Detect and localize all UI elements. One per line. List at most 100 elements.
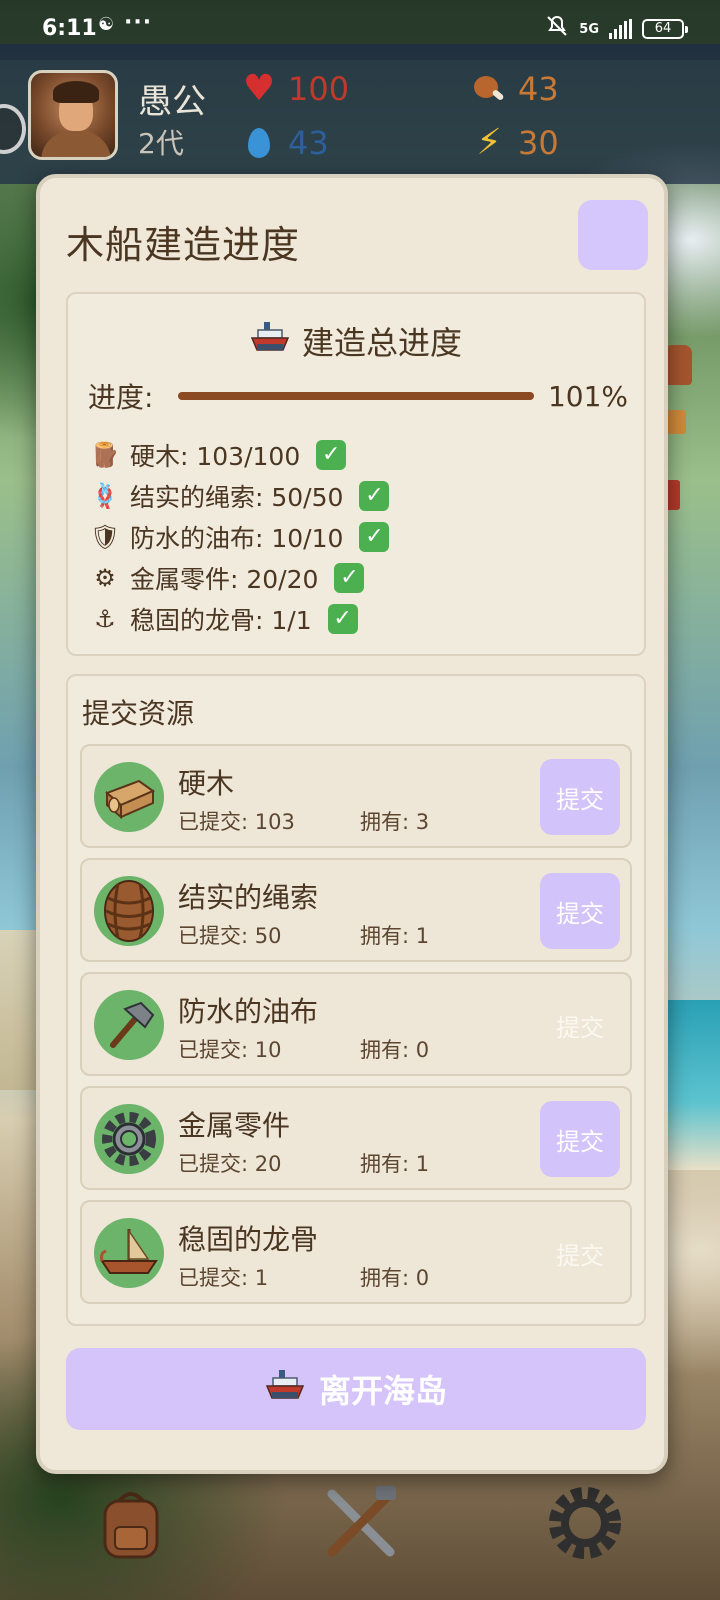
- leave-island-button[interactable]: 离开海岛: [66, 1348, 646, 1430]
- rope-icon: 🪢: [90, 481, 120, 510]
- resource-name: 防水的油布: [178, 995, 319, 1028]
- drumstick-icon: [470, 70, 508, 108]
- network-type: 5G: [579, 21, 599, 37]
- water-stat: 43: [240, 124, 329, 162]
- progress-row: 进度: 101%: [88, 376, 628, 416]
- avatar[interactable]: [28, 70, 118, 160]
- requirement-item: ⚙ 金属零件: 20/20 ✓: [88, 557, 628, 598]
- resource-owned: 拥有: 0: [360, 1038, 430, 1062]
- submit-keel-button[interactable]: 提交: [540, 1215, 620, 1291]
- check-icon: ✓: [359, 521, 390, 552]
- energy-value: 30: [518, 124, 559, 162]
- resource-row-keel: 稳固的龙骨 已提交: 1 拥有: 0 提交: [80, 1200, 632, 1304]
- avatar-body: [41, 131, 111, 157]
- hp-stat: ♥ 100: [240, 70, 349, 108]
- log-icon: 🪵: [90, 440, 120, 469]
- backpack-icon[interactable]: [86, 1478, 176, 1568]
- progress-percent: 101%: [547, 379, 628, 413]
- ship-icon: [250, 320, 290, 362]
- resource-row-hardwood: 硬木 已提交: 103 拥有: 3 提交: [80, 744, 632, 848]
- resource-submitted: 已提交: 10: [178, 1038, 282, 1062]
- gear-icon: ⚙: [94, 563, 116, 592]
- shield-icon: 🛡: [89, 522, 121, 551]
- water-drop-icon: [240, 124, 278, 162]
- resource-name: 金属零件: [178, 1109, 291, 1142]
- hp-value: 100: [288, 70, 350, 108]
- resource-submitted: 已提交: 103: [178, 810, 295, 834]
- status-time: 6:11: [42, 16, 97, 41]
- submit-tarp-button[interactable]: 提交: [540, 987, 620, 1063]
- requirement-text: 稳固的龙骨: 1/1: [130, 605, 312, 635]
- progress-label: 进度:: [88, 381, 154, 414]
- food-stat: 43: [470, 70, 559, 108]
- requirement-item: ⚓ 稳固的龙骨: 1/1 ✓: [88, 598, 628, 639]
- overall-progress-label: 建造总进度: [301, 324, 462, 362]
- requirement-item: 🪵 硬木: 103/100 ✓: [88, 434, 628, 475]
- overall-progress-title: 建造总进度: [68, 318, 644, 364]
- requirement-list: 🪵 硬木: 103/100 ✓ 🪢 结实的绳索: 50/50 ✓ 🛡 防水的油布…: [88, 434, 628, 639]
- resource-owned: 拥有: 1: [360, 924, 430, 948]
- resource-row-metal-parts: 金属零件 已提交: 20 拥有: 1 提交: [80, 1086, 632, 1190]
- heart-icon: ♥: [242, 68, 276, 109]
- boat-build-modal: 木船建造进度 建造总进度 进度: 101% 🪵 硬木: 103/100 ✓ 🪢 …: [36, 174, 668, 1474]
- crafting-tools-icon[interactable]: [316, 1478, 406, 1568]
- side-mushroom-icon[interactable]: [664, 345, 692, 385]
- more-notifications-icon: ···: [124, 10, 153, 35]
- check-icon: ✓: [327, 603, 358, 634]
- hammer-icon: [94, 990, 164, 1060]
- resource-submitted: 已提交: 20: [178, 1152, 282, 1176]
- requirement-text: 硬木: 103/100: [130, 441, 301, 471]
- requirement-item: 🛡 防水的油布: 10/10 ✓: [88, 516, 628, 557]
- submit-resources-title: 提交资源: [82, 697, 195, 730]
- side-item-icon[interactable]: [666, 410, 686, 434]
- close-button[interactable]: [578, 200, 648, 270]
- resource-row-rope: 结实的绳索 已提交: 50 拥有: 1 提交: [80, 858, 632, 962]
- resource-owned: 拥有: 1: [360, 1152, 430, 1176]
- requirement-item: 🪢 结实的绳索: 50/50 ✓: [88, 475, 628, 516]
- submit-resources-card: 提交资源 硬木 已提交: 103 拥有: 3 提交 结实的绳索 已提交: 50 …: [66, 674, 646, 1326]
- settings-gear-icon[interactable]: [540, 1478, 630, 1568]
- resource-name: 结实的绳索: [178, 881, 319, 914]
- resource-owned: 拥有: 0: [360, 1266, 430, 1290]
- leave-island-label: 离开海岛: [318, 1372, 447, 1410]
- lightning-icon: ⚡: [476, 122, 502, 163]
- signal-icon: [609, 19, 632, 39]
- resource-submitted: 已提交: 50: [178, 924, 282, 948]
- submit-rope-button[interactable]: 提交: [540, 873, 620, 949]
- overall-progress-card: 建造总进度 进度: 101% 🪵 硬木: 103/100 ✓ 🪢 结实的绳索: …: [66, 292, 646, 656]
- rope-icon: [94, 876, 164, 946]
- submit-metal-parts-button[interactable]: 提交: [540, 1101, 620, 1177]
- player-generation: 2代: [138, 127, 184, 160]
- resource-list: 硬木 已提交: 103 拥有: 3 提交 结实的绳索 已提交: 50 拥有: 1…: [80, 744, 632, 1314]
- requirement-text: 结实的绳索: 50/50: [130, 482, 344, 512]
- resource-name: 硬木: [178, 767, 235, 800]
- requirement-text: 金属零件: 20/20: [130, 564, 319, 594]
- battery-icon: 64: [642, 19, 688, 39]
- anchor-icon: ⚓: [94, 604, 116, 633]
- energy-stat: ⚡ 30: [470, 122, 559, 163]
- player-bar: 愚公 2代 ♥ 100 43 43 ⚡ 30: [0, 44, 720, 184]
- check-icon: ✓: [316, 439, 347, 470]
- ship-icon: [265, 1368, 305, 1410]
- water-value: 43: [288, 124, 329, 162]
- progress-bar-fill: [178, 392, 534, 400]
- resource-submitted: 已提交: 1: [178, 1266, 269, 1290]
- resource-name: 稳固的龙骨: [178, 1223, 319, 1256]
- resource-owned: 拥有: 3: [360, 810, 430, 834]
- requirement-text: 防水的油布: 10/10: [130, 523, 344, 553]
- boat-icon: [94, 1218, 164, 1288]
- check-icon: ✓: [334, 562, 365, 593]
- status-right: 5G 64: [545, 14, 688, 44]
- gear-icon: [94, 1104, 164, 1174]
- wood-icon: [94, 762, 164, 832]
- notification-icon: ☯: [98, 14, 115, 35]
- progress-bar: [178, 392, 534, 400]
- submit-hardwood-button[interactable]: 提交: [540, 759, 620, 835]
- mute-bell-icon: [545, 14, 569, 44]
- food-value: 43: [518, 70, 559, 108]
- modal-title: 木船建造进度: [66, 223, 301, 267]
- background-beach: [0, 930, 40, 1090]
- check-icon: ✓: [359, 480, 390, 511]
- avatar-hair: [53, 81, 99, 103]
- player-name: 愚公: [138, 82, 206, 122]
